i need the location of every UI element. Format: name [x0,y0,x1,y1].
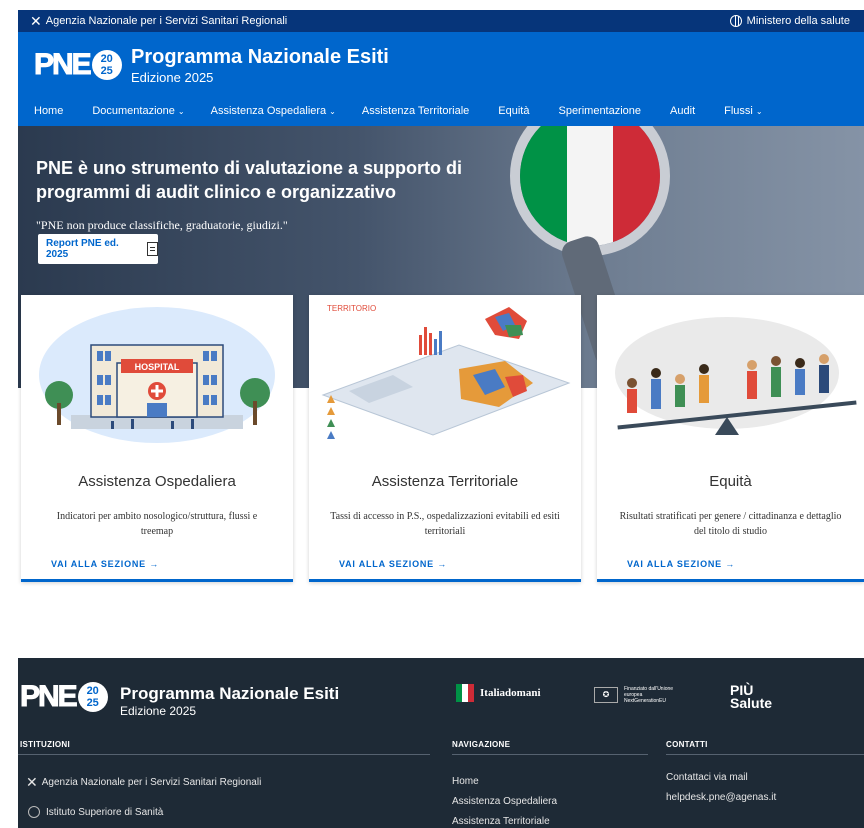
hospital-illustration: HOSPITAL [21,295,293,445]
site-subtitle: Edizione 2025 [131,70,214,85]
site-footer: PNE 20 25 Programma Nazionale Esiti Ediz… [18,658,864,828]
pne-logo-text: PNE [20,680,79,713]
card-description: Tassi di accesso in P.S., ospedalizzazio… [330,511,560,537]
card-assistenza-ospedaliera[interactable]: HOSPITAL Assistenza Ospedaliera Indicato… [21,295,293,582]
footer-link-assistenza-ospedaliera[interactable]: Assistenza Ospedaliera [452,796,557,807]
iss-logo-icon [28,806,40,818]
nav-audit[interactable]: Audit [670,105,698,117]
footer-heading-contatti: CONTATTI [666,740,708,749]
pne-logo-text: PNE [34,48,93,81]
eu-funding-text: Finanziato dall'Unione europea NextGener… [624,686,674,704]
nav-documentazione[interactable]: Documentazione ⌄ [92,105,184,117]
footer-link-assistenza-territoriale[interactable]: Assistenza Territoriale [452,816,550,827]
hospital-sign-text: HOSPITAL [135,362,180,372]
footer-title: Programma Nazionale Esiti [120,684,340,703]
agenas-logo-icon: ✕ [26,774,38,790]
year-top: 20 [86,685,99,697]
chevron-down-icon: ⌄ [177,106,185,116]
card-title: Assistenza Ospedaliera [78,473,236,490]
ministry-name: Ministero della salute [746,15,850,27]
nav-label: Assistenza Ospedaliera [210,105,327,117]
flag-green [520,126,567,246]
italiadomani-text: Italiadomani [480,687,541,699]
eu-funding-logo[interactable]: ✪ Finanziato dall'Unione europea NextGen… [594,686,684,704]
section-link[interactable]: VAI ALLA SEZIONE → [339,559,447,569]
nav-equita[interactable]: Equità [498,105,532,117]
footer-pne-logo[interactable]: PNE 20 25 [20,680,108,713]
footer-link-home[interactable]: Home [452,776,479,787]
document-icon [147,242,158,256]
section-link[interactable]: VAI ALLA SEZIONE → [627,559,735,569]
nav-sperimentazione[interactable]: Sperimentazione [558,105,644,117]
agency-link[interactable]: ✕ Agenzia Nazionale per i Servizi Sanita… [30,13,287,30]
card-description: Indicatori per ambito nosologico/struttu… [56,511,258,537]
card-equita[interactable]: Equità Risultati stratificati per genere… [597,295,864,582]
nav-flussi[interactable]: Flussi ⌄ [724,105,762,117]
agenas-logo-icon: ✕ [30,12,42,29]
footer-heading-navigazione: NAVIGAZIONE [452,740,511,749]
ministry-link[interactable]: Ministero della salute [729,15,850,27]
footer-subtitle: Edizione 2025 [120,704,197,718]
nav-label: Assistenza Territoriale [361,105,470,117]
territory-label-text: TERRITORIO [327,304,376,313]
site-header: PNE 20 25 Programma Nazionale Esiti Ediz… [18,32,864,96]
nav-label: Documentazione [92,105,175,117]
footer-divider [666,754,864,755]
footer-link-label: Agenzia Nazionale per i Servizi Sanitari… [41,777,262,788]
card-description: Risultati stratificati per genere / citt… [619,511,842,537]
footer-divider [452,754,648,755]
flag-white [566,126,614,246]
footer-link-iss[interactable]: Istituto Superiore di Sanità [28,806,163,818]
territory-map-illustration: TERRITORIO [309,295,581,445]
card-assistenza-territoriale[interactable]: TERRITORIO Assistenza Territoriale Tassi… [309,295,581,582]
footer-divider [18,754,430,755]
footer-contact-email[interactable]: helpdesk.pne@agenas.it [666,792,776,803]
hero-quote: "PNE non produce classifiche, graduatori… [36,218,288,232]
report-button[interactable]: Report PNE ed. 2025 [38,234,158,264]
nav-label: Sperimentazione [558,105,642,117]
nav-assistenza-territoriale[interactable]: Assistenza Territoriale [362,105,472,117]
pne-logo[interactable]: PNE 20 25 [34,48,122,81]
italiadomani-logo[interactable]: Italiadomani [456,684,541,702]
piu-salute-logo[interactable]: PIÙ Salute [730,683,773,711]
section-link[interactable]: VAI ALLA SEZIONE → [51,559,159,569]
card-title: Assistenza Territoriale [371,473,519,490]
agency-name: Agenzia Nazionale per i Servizi Sanitari… [45,15,288,27]
year-bottom: 25 [100,65,113,77]
nav-label: Home [34,105,64,117]
main-nav: Home Documentazione ⌄ Assistenza Ospedali… [18,96,864,126]
nav-label: Equità [498,105,530,117]
eu-stars-icon: ✪ [594,687,618,703]
year-top: 20 [100,53,113,65]
year-badge-icon: 20 25 [77,682,108,712]
people-seesaw-illustration [597,295,864,445]
nav-label: Flussi [724,105,753,117]
report-button-label: Report PNE ed. 2025 [46,238,119,260]
chevron-down-icon: ⌄ [329,106,336,116]
year-bottom: 25 [86,697,99,709]
footer-contact-label[interactable]: Contattaci via mail [666,772,748,783]
ministry-logo-icon [729,15,742,27]
year-badge-icon: 20 25 [91,50,122,80]
flag-red [613,126,660,246]
top-bar: ✕ Agenzia Nazionale per i Servizi Sanita… [18,10,864,32]
chevron-down-icon: ⌄ [755,106,763,116]
nav-home[interactable]: Home [34,105,66,117]
salute-text: Salute [730,695,773,711]
italy-flag-icon [456,684,474,702]
site-title[interactable]: Programma Nazionale Esiti [131,46,389,69]
nav-assistenza-ospedaliera[interactable]: Assistenza Ospedaliera ⌄ [211,105,336,117]
card-title: Equità [709,473,752,490]
hero-headline: PNE è uno strumento di valutazione a sup… [36,158,463,202]
footer-heading-istituzioni: ISTITUZIONI [20,740,70,749]
footer-link-agenas[interactable]: ✕ Agenzia Nazionale per i Servizi Sanita… [26,774,261,791]
nav-label: Audit [670,105,696,117]
footer-link-label: Istituto Superiore di Sanità [46,806,164,818]
